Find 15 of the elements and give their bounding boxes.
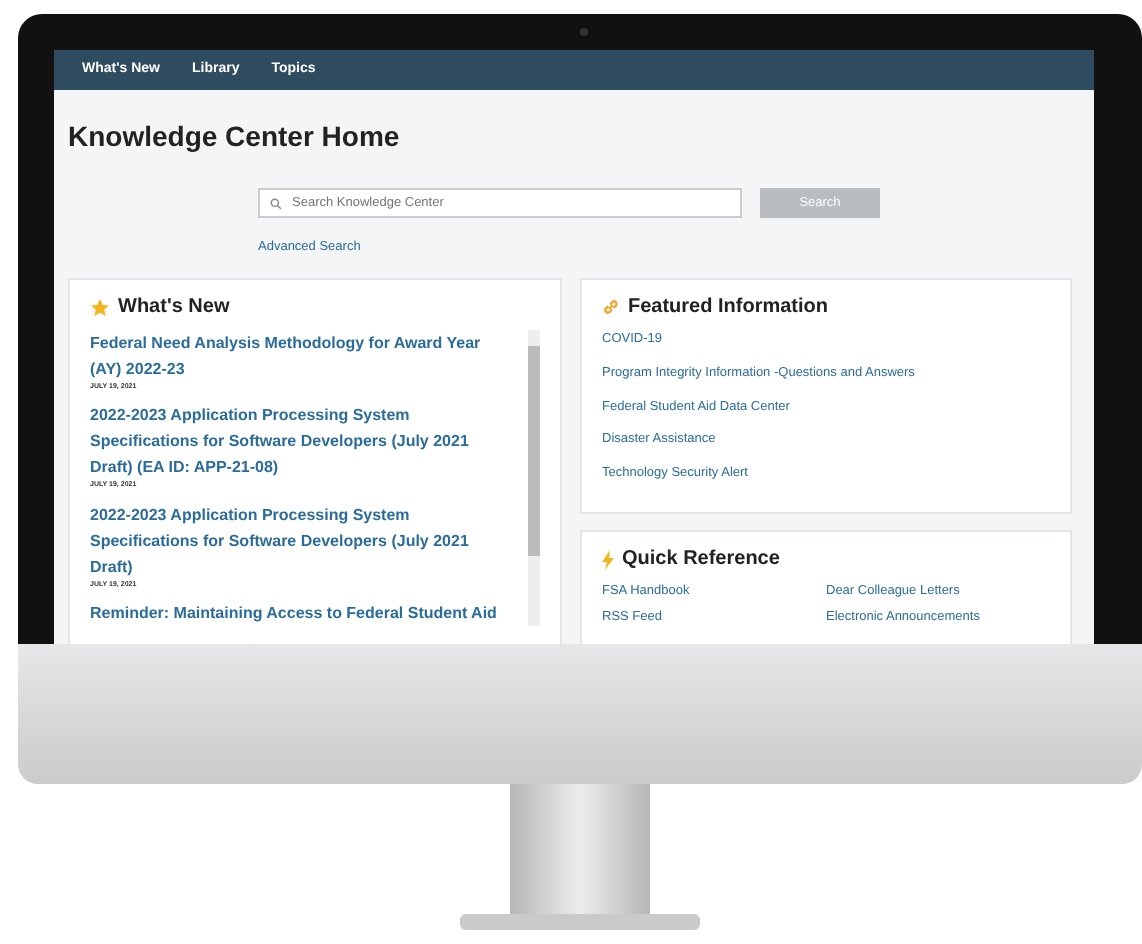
page-title: Knowledge Center Home (68, 118, 402, 156)
article-link[interactable]: 2022-2023 Application Processing System Specifications for Software Developers (July 2021 Draft) (EA ID: APP-21-08) (90, 402, 512, 481)
article-link[interactable]: 2022-2023 Application Processing System Specifications for Software Developers (July 2021 Draft) (90, 501, 512, 579)
monitor-stand (510, 784, 650, 914)
card-title: What's New (118, 294, 230, 322)
card-title: Featured Information (628, 294, 829, 322)
article-link[interactable]: Reminder: Maintaining Access to Federal Student Aid (90, 599, 512, 626)
camera-icon (580, 28, 588, 36)
lightning-icon (602, 549, 614, 569)
scrollbar-thumb[interactable] (528, 346, 540, 556)
card-title: Quick Reference (622, 546, 780, 574)
link-icon (602, 298, 620, 316)
article-link[interactable]: Federal Need Analysis Methodology for Award Year (AY) 2022-23 (90, 330, 512, 382)
scrollbar[interactable] (528, 330, 540, 626)
star-icon (90, 297, 110, 317)
